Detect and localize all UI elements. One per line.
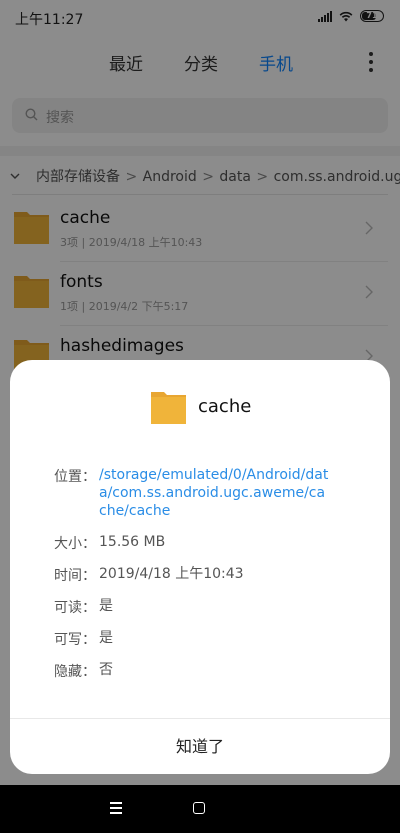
dialog-header: cache — [10, 388, 390, 428]
navigation-bar — [0, 785, 400, 833]
writable-value: 是 — [99, 630, 113, 646]
size-label: 大小： — [54, 536, 96, 552]
time-label: 时间： — [54, 568, 96, 584]
file-info-dialog: cache 位置： /storage/emulated/0/Android/da… — [10, 360, 390, 774]
time-value: 2019/4/18 上午10:43 — [99, 566, 244, 582]
folder-icon — [151, 392, 186, 424]
home-icon[interactable] — [193, 802, 205, 814]
ok-button[interactable]: 知道了 — [10, 719, 390, 774]
menu-icon[interactable] — [110, 802, 122, 814]
location-path-link[interactable]: /storage/emulated/0/Android/data/com.ss.… — [99, 466, 329, 520]
readable-label: 可读： — [54, 600, 96, 616]
file-manager-screen: 上午11:27 71 最近 分类 手机 搜索 内部存储设备 > Android … — [0, 0, 400, 785]
writable-label: 可写： — [54, 632, 96, 648]
readable-value: 是 — [99, 598, 113, 614]
hidden-label: 隐藏： — [54, 664, 96, 680]
size-value: 15.56 MB — [99, 534, 166, 550]
dialog-title: cache — [198, 396, 252, 417]
location-label: 位置： — [54, 469, 96, 485]
hidden-value: 否 — [99, 662, 113, 678]
